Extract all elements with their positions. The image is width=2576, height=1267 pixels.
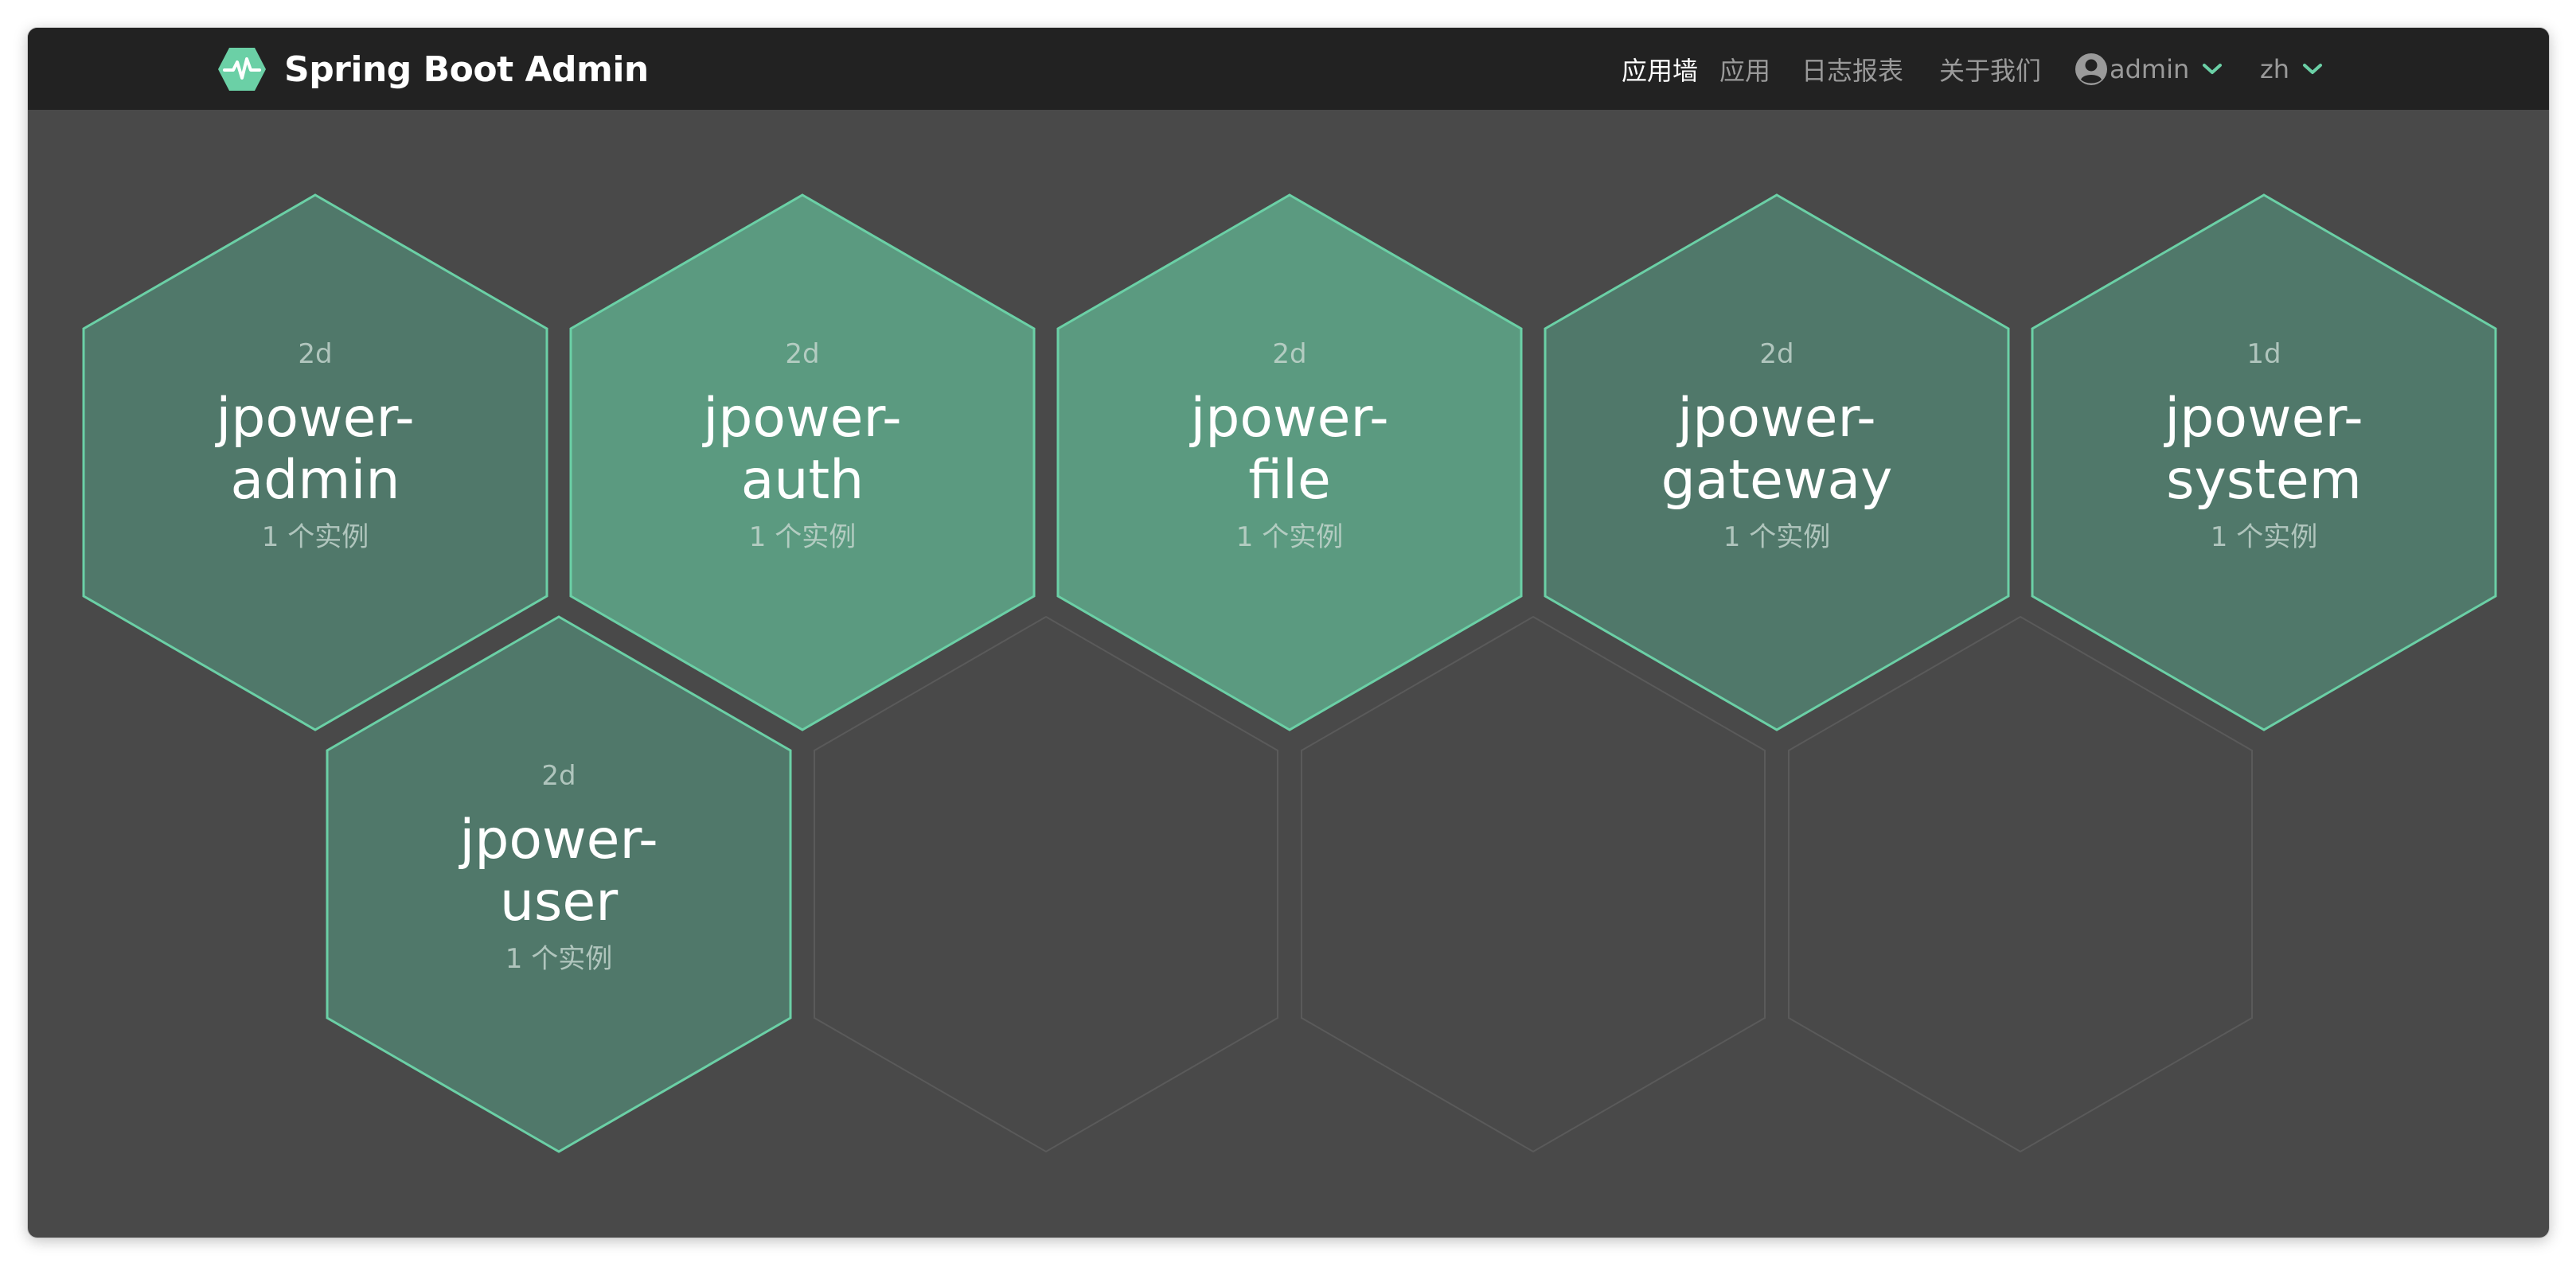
app-title: Spring Boot Admin	[284, 49, 649, 90]
pulse-hexagon-icon	[218, 48, 266, 91]
app-window: 2d jpower-admin 1 个实例 2d jpower-auth 1 个实例 2d j…	[28, 28, 2549, 1238]
application-tile[interactable]: 2d jpower-auth 1 个实例	[572, 338, 1033, 554]
chevron-down-icon	[2303, 63, 2323, 74]
application-wall: 2d jpower-admin 1 个实例 2d jpower-auth 1 个实例 2d j…	[28, 28, 2549, 1238]
nav-item-label: 应用墙	[1622, 55, 1699, 86]
application-tile[interactable]: 2d jpower-user 1 个实例	[328, 760, 790, 976]
nav-item-log-reports[interactable]: 日志报表	[1801, 28, 1903, 110]
application-name-line1: jpower-	[703, 387, 902, 450]
language-label: zh	[2260, 53, 2290, 84]
application-tile[interactable]: 2d jpower-gateway 1 个实例	[1546, 338, 2008, 554]
nav-item-about[interactable]: 关于我们	[1939, 28, 2041, 110]
application-name-line1: jpower-	[1677, 387, 1876, 450]
application-name-line1: jpower-	[1190, 387, 1389, 450]
application-name-line1: jpower-	[216, 387, 415, 450]
application-tile[interactable]: 2d jpower-file 1 个实例	[1059, 338, 1520, 554]
application-name-line2: admin	[230, 449, 400, 512]
application-uptime: 2d	[1272, 338, 1307, 370]
application-name-line2: system	[2166, 449, 2362, 512]
language-menu[interactable]: zh	[2260, 28, 2323, 110]
empty-hexagon	[1301, 615, 1766, 1153]
user-menu[interactable]: admin	[2074, 28, 2223, 110]
application-name-line2: auth	[740, 449, 865, 512]
nav-item-label: 应用	[1719, 55, 1771, 86]
application-name-line1: jpower-	[459, 809, 658, 871]
application-uptime: 2d	[541, 760, 576, 792]
nav-item-wallboard[interactable]: 应用墙	[1622, 28, 1698, 110]
brand[interactable]: Spring Boot Admin	[217, 44, 649, 95]
nav-item-applications[interactable]: 应用	[1719, 28, 1770, 110]
top-navbar: Spring Boot Admin 应用墙 应用 日志报表 关于我们 admin…	[28, 28, 2549, 110]
application-tile[interactable]: 1d jpower-system 1 个实例	[2033, 338, 2495, 554]
instance-count: 1 个实例	[1235, 521, 1344, 553]
application-uptime: 1d	[2246, 338, 2281, 370]
application-name-line1: jpower-	[2164, 387, 2363, 450]
chevron-down-icon	[2203, 63, 2223, 74]
application-uptime: 2d	[1759, 338, 1794, 370]
application-tile[interactable]: 2d jpower-admin 1 个实例	[84, 338, 546, 554]
application-uptime: 2d	[298, 338, 333, 370]
application-uptime: 2d	[785, 338, 820, 370]
instance-count: 1 个实例	[748, 521, 857, 553]
instance-count: 1 个实例	[1723, 521, 1831, 553]
application-name-line2: user	[499, 871, 619, 934]
application-name-line2: file	[1248, 449, 1331, 512]
instance-count: 1 个实例	[2210, 521, 2318, 553]
user-name: admin	[2110, 53, 2190, 84]
nav-item-label: 关于我们	[1939, 55, 2042, 86]
hexagon-grid	[82, 193, 2497, 1153]
empty-hexagon	[814, 615, 1278, 1153]
empty-hexagon	[1788, 615, 2253, 1153]
instance-count: 1 个实例	[261, 521, 369, 553]
application-name-line2: gateway	[1661, 449, 1893, 512]
instance-count: 1 个实例	[505, 943, 613, 975]
user-circle-icon	[2075, 53, 2107, 85]
nav-item-label: 日志报表	[1801, 55, 1904, 86]
